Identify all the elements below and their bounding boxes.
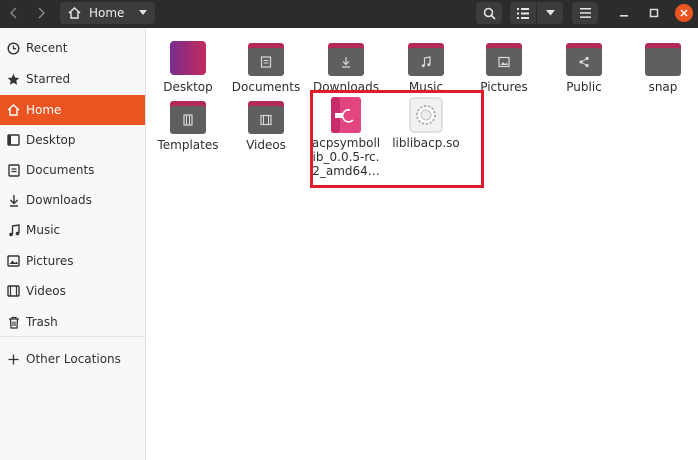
sidebar-item-label: Documents xyxy=(26,163,95,177)
chevron-right-icon xyxy=(38,7,45,19)
menu-button[interactable] xyxy=(572,2,598,24)
sidebar-item-label: Recent xyxy=(26,41,68,55)
file-item-desktop[interactable]: Desktop xyxy=(148,40,228,94)
documents-folder-icon xyxy=(248,40,284,76)
star-icon xyxy=(7,73,20,86)
search-button[interactable] xyxy=(476,2,502,24)
sidebar-item-home[interactable]: Home xyxy=(0,95,145,125)
file-item-pictures[interactable]: Pictures xyxy=(464,40,544,94)
sidebar-item-other-locations[interactable]: Other Locations xyxy=(0,344,145,374)
file-item-snap[interactable]: snap xyxy=(623,40,698,94)
sidebar-item-label: Home xyxy=(26,103,62,117)
sidebar-item-label: Starred xyxy=(26,72,71,86)
chevron-down-icon xyxy=(139,10,147,15)
file-item-public[interactable]: Public xyxy=(544,40,624,94)
location-label: Home xyxy=(89,6,125,20)
file-grid: Desktop Documents Downloads Music Pictur… xyxy=(146,28,698,460)
hamburger-icon xyxy=(579,8,591,18)
music-folder-icon xyxy=(408,40,444,76)
clock-icon xyxy=(7,41,20,55)
location-button[interactable]: Home xyxy=(60,2,155,24)
file-item-videos[interactable]: Videos xyxy=(226,98,306,152)
sidebar: Recent Starred Home Desktop Documents Do… xyxy=(0,28,146,460)
desktop-icon xyxy=(7,134,20,147)
file-label: Documents xyxy=(231,80,301,94)
sidebar-item-music[interactable]: Music xyxy=(0,215,145,245)
document-icon xyxy=(7,163,20,177)
sidebar-item-label: Trash xyxy=(26,315,58,329)
sidebar-item-downloads[interactable]: Downloads xyxy=(0,185,145,215)
list-view-button[interactable] xyxy=(510,2,536,24)
sidebar-item-trash[interactable]: Trash xyxy=(0,307,145,337)
selection-highlight xyxy=(310,90,484,188)
sidebar-item-label: Downloads xyxy=(26,193,92,207)
file-label: Desktop xyxy=(163,80,213,94)
file-item-documents[interactable]: Documents xyxy=(226,40,306,94)
file-label: Public xyxy=(566,80,602,94)
sidebar-item-videos[interactable]: Videos xyxy=(0,276,145,306)
pictures-folder-icon xyxy=(486,40,522,76)
download-icon xyxy=(7,194,20,207)
view-options-button[interactable] xyxy=(537,2,563,24)
picture-icon xyxy=(7,255,20,268)
sidebar-item-pictures[interactable]: Pictures xyxy=(0,246,145,276)
list-view-icon xyxy=(517,7,529,19)
sidebar-item-desktop[interactable]: Desktop xyxy=(0,125,145,155)
home-icon xyxy=(7,104,20,117)
home-icon xyxy=(68,7,81,19)
file-label: snap xyxy=(648,80,678,94)
plus-icon xyxy=(7,353,20,366)
music-icon xyxy=(7,223,20,237)
sidebar-item-label: Desktop xyxy=(26,133,76,147)
forward-button[interactable] xyxy=(29,2,53,24)
folder-icon xyxy=(645,40,681,76)
sidebar-item-label: Pictures xyxy=(26,254,74,268)
maximize-icon xyxy=(649,8,659,18)
file-label: Videos xyxy=(246,138,286,152)
sidebar-item-recent[interactable]: Recent xyxy=(0,33,145,63)
trash-icon xyxy=(7,316,20,329)
header-bar: Home xyxy=(0,0,698,28)
chevron-left-icon xyxy=(10,7,17,19)
maximize-button[interactable] xyxy=(645,4,663,22)
public-folder-icon xyxy=(566,40,602,76)
search-icon xyxy=(483,7,496,20)
chevron-down-icon xyxy=(545,10,555,16)
sidebar-item-starred[interactable]: Starred xyxy=(0,64,145,94)
videos-folder-icon xyxy=(248,98,284,134)
file-item-downloads[interactable]: Downloads xyxy=(306,40,386,94)
file-label: Templates xyxy=(157,138,219,152)
video-icon xyxy=(7,285,20,298)
minimize-button[interactable] xyxy=(615,4,633,22)
file-item-music[interactable]: Music xyxy=(386,40,466,94)
file-item-templates[interactable]: Templates xyxy=(148,98,228,152)
sidebar-item-label: Videos xyxy=(26,284,66,298)
sidebar-separator xyxy=(0,336,145,337)
sidebar-item-label: Music xyxy=(26,223,61,237)
desktop-folder-icon xyxy=(170,40,206,76)
sidebar-item-documents[interactable]: Documents xyxy=(0,155,145,185)
templates-folder-icon xyxy=(170,98,206,134)
sidebar-item-label: Other Locations xyxy=(26,352,121,366)
back-button[interactable] xyxy=(2,2,26,24)
close-icon xyxy=(680,9,688,17)
close-button[interactable] xyxy=(675,4,693,22)
minimize-icon xyxy=(620,15,628,17)
downloads-folder-icon xyxy=(328,40,364,76)
